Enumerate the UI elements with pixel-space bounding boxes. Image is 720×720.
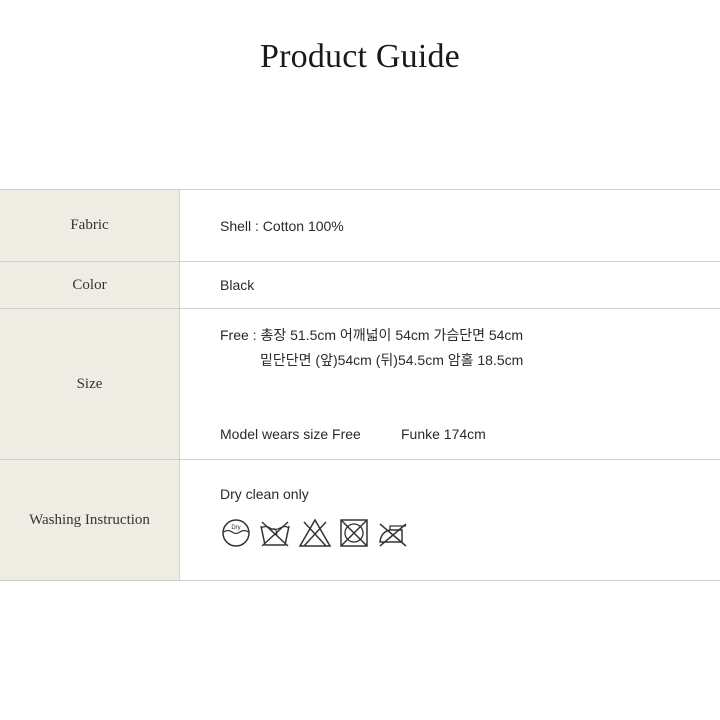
no-iron-icon	[376, 518, 410, 548]
size-value: Free : 총장 51.5cm 어깨넓이 54cm 가슴단면 54cm 밑단단…	[180, 309, 720, 459]
washing-value: Dry clean only Dry	[180, 460, 720, 580]
size-label: Size	[0, 309, 180, 459]
color-label: Color	[0, 262, 180, 308]
model-height-text: Funke 174cm	[401, 426, 486, 442]
fabric-value: Shell : Cotton 100%	[220, 217, 344, 234]
model-size-text: Model wears size Free	[220, 426, 361, 442]
no-tumble-dry-icon	[338, 518, 370, 548]
dry-icon-label: Dry	[231, 525, 240, 531]
fabric-row: Fabric Shell : Cotton 100%	[0, 190, 720, 262]
product-guide-table: Fabric Shell : Cotton 100% Color Black S…	[0, 189, 720, 581]
care-icons: Dry	[220, 518, 410, 548]
color-value: Black	[220, 277, 255, 293]
page-title: Product Guide	[260, 38, 460, 75]
washing-text: Dry clean only	[220, 486, 309, 502]
washing-row: Washing Instruction Dry clean only Dry	[0, 460, 720, 581]
size-row: Size Free : 총장 51.5cm 어깨넓이 54cm 가슴단면 54c…	[0, 309, 720, 460]
color-row: Color Black	[0, 262, 720, 309]
washing-label: Washing Instruction	[0, 460, 180, 580]
no-hand-wash-icon	[258, 518, 292, 548]
fabric-label: Fabric	[0, 190, 180, 261]
size-measurements-line1: Free : 총장 51.5cm 어깨넓이 54cm 가슴단면 54cm	[220, 327, 524, 343]
size-measurements-line2: 밑단단면 (앞)54cm (뒤)54.5cm 암홀 18.5cm	[260, 352, 524, 368]
dry-clean-icon: Dry	[220, 518, 252, 548]
no-bleach-icon	[298, 518, 332, 548]
